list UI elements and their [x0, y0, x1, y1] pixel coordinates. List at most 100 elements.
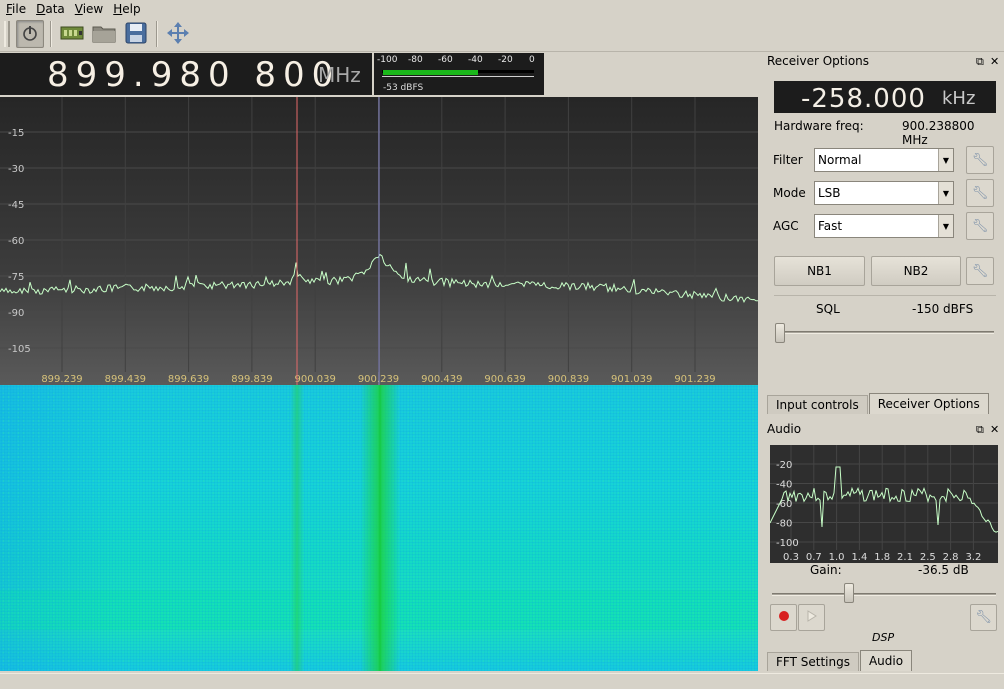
y-tick-label: -45: [8, 200, 24, 211]
filter-label: Filter: [773, 153, 803, 167]
audio-x-tick-label: 2.8: [943, 552, 959, 563]
waterfall-display[interactable]: [0, 385, 758, 671]
menu-file[interactable]: File: [2, 2, 32, 16]
audio-title: Audio: [767, 422, 802, 436]
meter-tick: 0: [529, 55, 535, 65]
noise-blanker-options-button[interactable]: 🔧︎: [966, 257, 994, 285]
y-tick-label: -105: [8, 344, 31, 355]
menu-view[interactable]: View: [71, 2, 109, 16]
waterfall-demod-trace: [290, 385, 304, 671]
y-tick-label: -75: [8, 272, 24, 283]
audio-options-button[interactable]: 🔧︎: [970, 604, 997, 631]
audio-fft-svg: -20 -40 -60 -80 -100 0.3 0.7 1.0 1.4 1.8 2.1 2.5 2.…: [769, 445, 999, 563]
open-folder-icon: [92, 23, 116, 46]
tab-fft-settings[interactable]: FFT Settings: [767, 652, 859, 671]
menu-data[interactable]: Data: [32, 2, 71, 16]
open-file-button[interactable]: [90, 20, 118, 48]
mode-options-button[interactable]: 🔧︎: [966, 179, 994, 207]
meter-scale-line: [382, 76, 534, 77]
fullscreen-button[interactable]: [164, 20, 192, 48]
meter-tick: -40: [468, 55, 483, 65]
record-button[interactable]: [770, 604, 797, 631]
start-dsp-button[interactable]: [16, 20, 44, 48]
mode-select[interactable]: LSB ▼: [814, 181, 954, 205]
save-settings-button[interactable]: [122, 20, 150, 48]
y-tick-label: -30: [8, 164, 24, 175]
agc-select[interactable]: Fast ▼: [814, 214, 954, 238]
receiver-dock-tabs: Input controls Receiver Options: [767, 393, 990, 415]
nb2-button[interactable]: NB2: [871, 256, 961, 286]
receiver-options-title: Receiver Options: [767, 54, 870, 68]
filter-select[interactable]: Normal ▼: [814, 148, 954, 172]
float-icon[interactable]: ⧉: [976, 54, 984, 70]
mode-select-value: LSB: [818, 186, 841, 200]
agc-label: AGC: [773, 219, 799, 233]
configure-device-button[interactable]: [58, 20, 86, 48]
power-icon: [21, 24, 39, 45]
tab-input-controls[interactable]: Input controls: [767, 395, 868, 414]
frequency-digits[interactable]: 899.980 800: [47, 55, 340, 95]
tab-receiver-options[interactable]: Receiver Options: [868, 393, 989, 414]
audio-x-tick-label: 0.3: [783, 552, 799, 563]
audio-y-tick-label: -20: [776, 460, 792, 471]
meter-level-bar: [383, 70, 478, 75]
divider: [774, 295, 996, 296]
close-icon[interactable]: ✕: [990, 422, 999, 438]
meter-tick: -80: [408, 55, 423, 65]
toolbar-grip[interactable]: [4, 21, 10, 47]
y-tick-label: -15: [8, 128, 24, 139]
wrench-icon: 🔧︎: [971, 218, 989, 234]
frequency-control[interactable]: 899.980 800 MHz: [0, 53, 372, 95]
signal-meter: -100 -80 -60 -40 -20 0 -53 dBFS: [374, 53, 544, 95]
wrench-icon: 🔧︎: [971, 152, 989, 168]
audio-x-tick-label: 1.8: [874, 552, 890, 563]
dock-splitter[interactable]: [758, 53, 764, 673]
x-tick-label: 899.239: [41, 374, 82, 385]
float-icon[interactable]: ⧉: [976, 422, 984, 438]
squelch-slider-groove[interactable]: [776, 331, 994, 334]
filter-select-value: Normal: [818, 153, 862, 167]
frequency-unit: MHz: [318, 63, 361, 87]
wrench-icon: 🔧︎: [971, 185, 989, 201]
tab-audio[interactable]: Audio: [859, 650, 913, 671]
audio-gain-slider-handle[interactable]: [844, 583, 854, 603]
x-tick-label: 901.039: [611, 374, 652, 385]
chevron-down-icon: ▼: [938, 215, 953, 237]
spectrum-plotter[interactable]: -15 -30 -45 -60 -75 -90 -105 899.239 899.439 899…: [0, 97, 758, 385]
squelch-label: SQL: [816, 302, 840, 316]
offset-value[interactable]: -258.000: [801, 84, 926, 114]
save-icon: [125, 22, 147, 47]
filter-options-button[interactable]: 🔧︎: [966, 146, 994, 174]
agc-options-button[interactable]: 🔧︎: [966, 212, 994, 240]
x-tick-label: 899.439: [105, 374, 146, 385]
audio-x-tick-label: 1.0: [829, 552, 845, 563]
x-tick-label: 900.839: [548, 374, 589, 385]
audio-y-tick-label: -80: [776, 519, 792, 530]
offset-unit: kHz: [942, 88, 976, 109]
spectrum-plot-svg[interactable]: -15 -30 -45 -60 -75 -90 -105 899.239 899.439 899…: [0, 97, 758, 385]
status-bar: [0, 673, 1004, 689]
meter-tick: -20: [498, 55, 513, 65]
close-icon[interactable]: ✕: [990, 54, 999, 70]
hardware-freq-value: 900.238800 MHz: [902, 119, 975, 147]
audio-fft-plot[interactable]: -20 -40 -60 -80 -100 0.3 0.7 1.0 1.4 1.8 2.1 2.5 2.…: [769, 445, 999, 563]
move-arrows-icon: [166, 21, 190, 48]
audio-gain-label: Gain:: [810, 563, 842, 577]
audio-x-tick-label: 2.1: [897, 552, 913, 563]
meter-readout: -53 dBFS: [383, 83, 424, 93]
nb1-button[interactable]: NB1: [774, 256, 865, 286]
squelch-slider-handle[interactable]: [775, 323, 785, 343]
dsp-label: DSP: [872, 631, 895, 644]
play-button[interactable]: [798, 604, 825, 631]
x-tick-label: 899.639: [168, 374, 209, 385]
filter-offset-control[interactable]: -258.000 kHz: [774, 81, 996, 114]
audio-gain-slider-groove[interactable]: [772, 593, 996, 596]
waterfall-carrier-trace: [360, 385, 400, 671]
receiver-options-dock-title: Receiver Options ⧉ ✕: [764, 53, 1004, 69]
audio-y-tick-label: -40: [776, 480, 792, 491]
audio-x-tick-label: 3.2: [965, 552, 981, 563]
agc-select-value: Fast: [818, 219, 843, 233]
chevron-down-icon: ▼: [938, 149, 953, 171]
audio-y-tick-label: -60: [776, 499, 792, 510]
menu-help[interactable]: Help: [109, 2, 146, 16]
